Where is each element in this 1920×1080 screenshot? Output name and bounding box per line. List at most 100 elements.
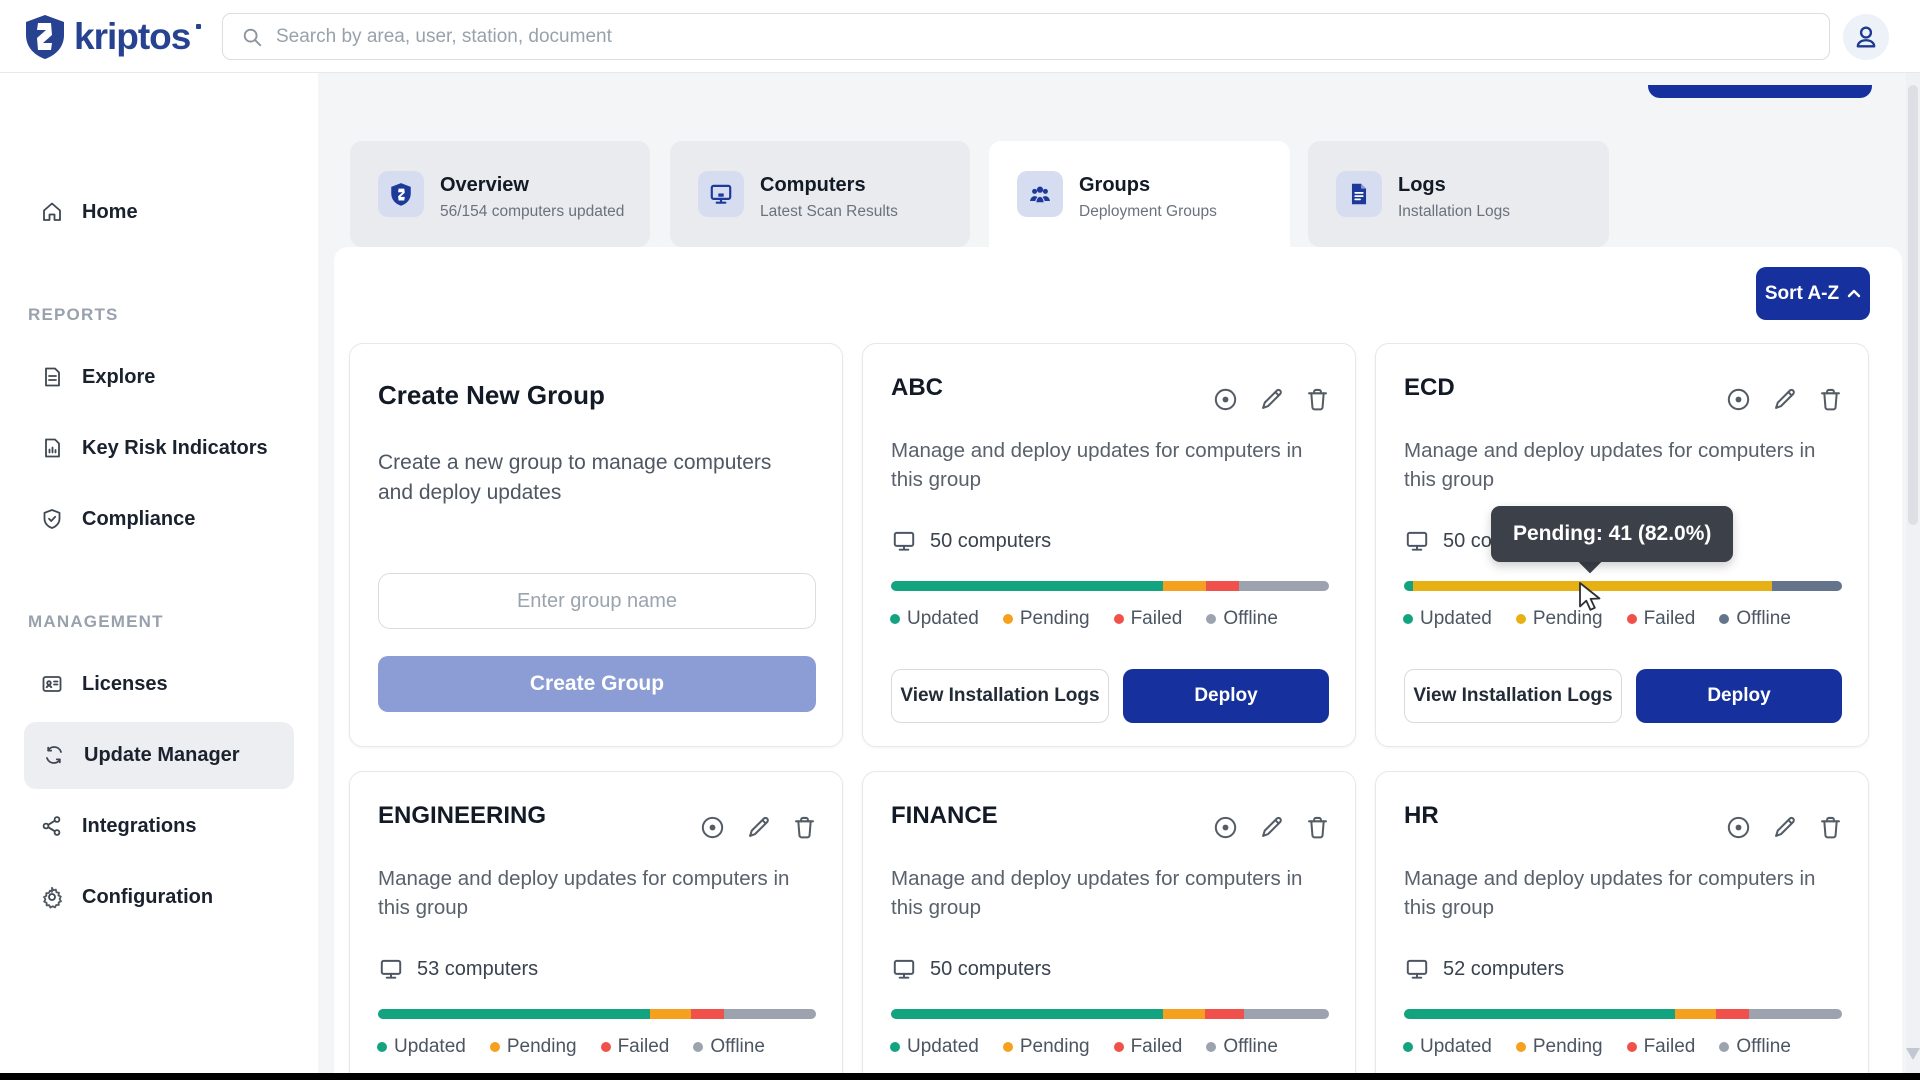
groups-grid: Create New Group Create a new group to m… xyxy=(349,343,1869,1076)
tab-groups[interactable]: Groups Deployment Groups xyxy=(989,141,1290,257)
sort-button[interactable]: Sort A-Z xyxy=(1756,267,1870,320)
file-lines-icon xyxy=(1346,181,1372,207)
sidebar-item-compliance[interactable]: Compliance xyxy=(0,497,318,541)
edit-icon[interactable] xyxy=(1258,386,1285,413)
computer-count-row: 50 computers xyxy=(891,528,1051,554)
user-avatar-button[interactable] xyxy=(1843,14,1889,60)
status-legend: UpdatedPendingFailedOffline xyxy=(890,1036,1278,1058)
legend-dot xyxy=(1516,1042,1526,1052)
shield-check-icon xyxy=(40,507,64,531)
group-actions xyxy=(1725,814,1844,841)
sidebar-item-licenses[interactable]: Licenses xyxy=(0,662,318,706)
edit-icon[interactable] xyxy=(745,814,772,841)
delete-icon[interactable] xyxy=(1817,386,1844,413)
global-search xyxy=(222,13,1830,60)
monitor-icon xyxy=(1404,528,1430,554)
tab-title: Overview xyxy=(440,174,529,197)
group-computer-count: 50 computers xyxy=(930,530,1051,553)
status-progress-bar[interactable] xyxy=(1404,1009,1842,1019)
legend-dot xyxy=(1719,1042,1729,1052)
legend-item-updated: Updated xyxy=(890,608,979,630)
edit-icon[interactable] xyxy=(1258,814,1285,841)
group-actions xyxy=(1212,386,1331,413)
group-actions xyxy=(699,814,818,841)
deploy-button[interactable]: Deploy xyxy=(1636,669,1842,723)
legend-dot xyxy=(490,1042,500,1052)
tab-icon-chip xyxy=(698,171,744,217)
create-group-button[interactable]: Create Group xyxy=(378,656,816,712)
legend-item-updated: Updated xyxy=(377,1036,466,1058)
monitor-icon xyxy=(708,181,734,207)
sidebar-item-configuration[interactable]: Configuration xyxy=(0,875,318,919)
legend-label: Updated xyxy=(907,608,979,630)
search-input[interactable] xyxy=(276,26,1829,48)
legend-label: Failed xyxy=(1131,608,1183,630)
status-progress-bar[interactable] xyxy=(891,581,1329,591)
tab-logs[interactable]: Logs Installation Logs xyxy=(1308,141,1609,247)
sidebar-item-key-risk-indicators[interactable]: Key Risk Indicators xyxy=(0,426,318,470)
view-icon[interactable] xyxy=(1725,814,1752,841)
tab-icon-chip xyxy=(1336,171,1382,217)
logo-wordmark: kriptos xyxy=(74,16,190,58)
legend-label: Pending xyxy=(1020,608,1090,630)
legend-item-offline: Offline xyxy=(693,1036,765,1058)
scrollbar-thumb[interactable] xyxy=(1908,85,1918,525)
deploy-button[interactable]: Deploy xyxy=(1123,669,1329,723)
legend-label: Offline xyxy=(710,1036,765,1058)
legend-label: Updated xyxy=(1420,1036,1492,1058)
group-card-hr: HR Manage and deploy updates for compute… xyxy=(1375,771,1869,1076)
group-actions xyxy=(1212,814,1331,841)
scrollbar[interactable] xyxy=(1906,73,1920,1076)
edit-icon[interactable] xyxy=(1771,386,1798,413)
tab-overview[interactable]: Overview 56/154 computers updated xyxy=(350,141,650,247)
delete-icon[interactable] xyxy=(1304,386,1331,413)
view-logs-button[interactable]: View Installation Logs xyxy=(891,669,1109,723)
legend-dot xyxy=(890,614,900,624)
view-icon[interactable] xyxy=(1725,386,1752,413)
legend-item-offline: Offline xyxy=(1719,608,1791,630)
view-logs-button[interactable]: View Installation Logs xyxy=(1404,669,1622,723)
sidebar-item-explore[interactable]: Explore xyxy=(0,355,318,399)
scrollbar-down-arrow-icon[interactable] xyxy=(1906,1048,1920,1060)
group-description: Manage and deploy updates for computers … xyxy=(891,436,1331,494)
sidebar-item-integrations[interactable]: Integrations xyxy=(0,804,318,848)
legend-item-offline: Offline xyxy=(1206,608,1278,630)
edit-icon[interactable] xyxy=(1771,814,1798,841)
legend-dot xyxy=(1003,614,1013,624)
create-card-description: Create a new group to manage computers a… xyxy=(378,448,808,508)
legend-item-failed: Failed xyxy=(601,1036,670,1058)
status-progress-bar[interactable] xyxy=(891,1009,1329,1019)
delete-icon[interactable] xyxy=(791,814,818,841)
sidebar-item-update-manager[interactable]: Update Manager xyxy=(0,733,318,777)
partial-primary-button[interactable] xyxy=(1648,85,1872,98)
delete-icon[interactable] xyxy=(1304,814,1331,841)
search-icon xyxy=(241,26,263,48)
sidebar-item-home[interactable]: Home xyxy=(0,190,318,234)
view-icon[interactable] xyxy=(1212,386,1239,413)
legend-item-updated: Updated xyxy=(890,1036,979,1058)
view-icon[interactable] xyxy=(1212,814,1239,841)
view-icon[interactable] xyxy=(699,814,726,841)
bar-segment-offline xyxy=(1244,1009,1329,1019)
bar-segment-updated xyxy=(1404,1009,1675,1019)
delete-icon[interactable] xyxy=(1817,814,1844,841)
logo-shield-icon xyxy=(24,14,66,60)
bar-segment-offline xyxy=(1749,1009,1842,1019)
status-legend: UpdatedPendingFailedOffline xyxy=(377,1036,765,1058)
tab-title: Logs xyxy=(1398,174,1446,197)
tab-computers[interactable]: Computers Latest Scan Results xyxy=(670,141,970,247)
bar-segment-updated xyxy=(378,1009,650,1019)
legend-label: Pending xyxy=(1533,1036,1603,1058)
bar-segment-pending xyxy=(1163,1009,1206,1019)
tab-subtitle: Latest Scan Results xyxy=(760,203,898,221)
pending-tooltip: Pending: 41 (82.0%) xyxy=(1491,506,1733,562)
sidebar-item-label: Integrations xyxy=(82,815,196,838)
legend-label: Offline xyxy=(1736,1036,1791,1058)
status-progress-bar[interactable] xyxy=(1404,581,1842,591)
group-name-input[interactable] xyxy=(378,573,816,629)
bar-segment-offline xyxy=(1239,581,1329,591)
legend-label: Pending xyxy=(1020,1036,1090,1058)
shield-icon xyxy=(388,181,414,207)
status-progress-bar[interactable] xyxy=(378,1009,816,1019)
kriptos-logo: kriptos xyxy=(24,14,201,60)
